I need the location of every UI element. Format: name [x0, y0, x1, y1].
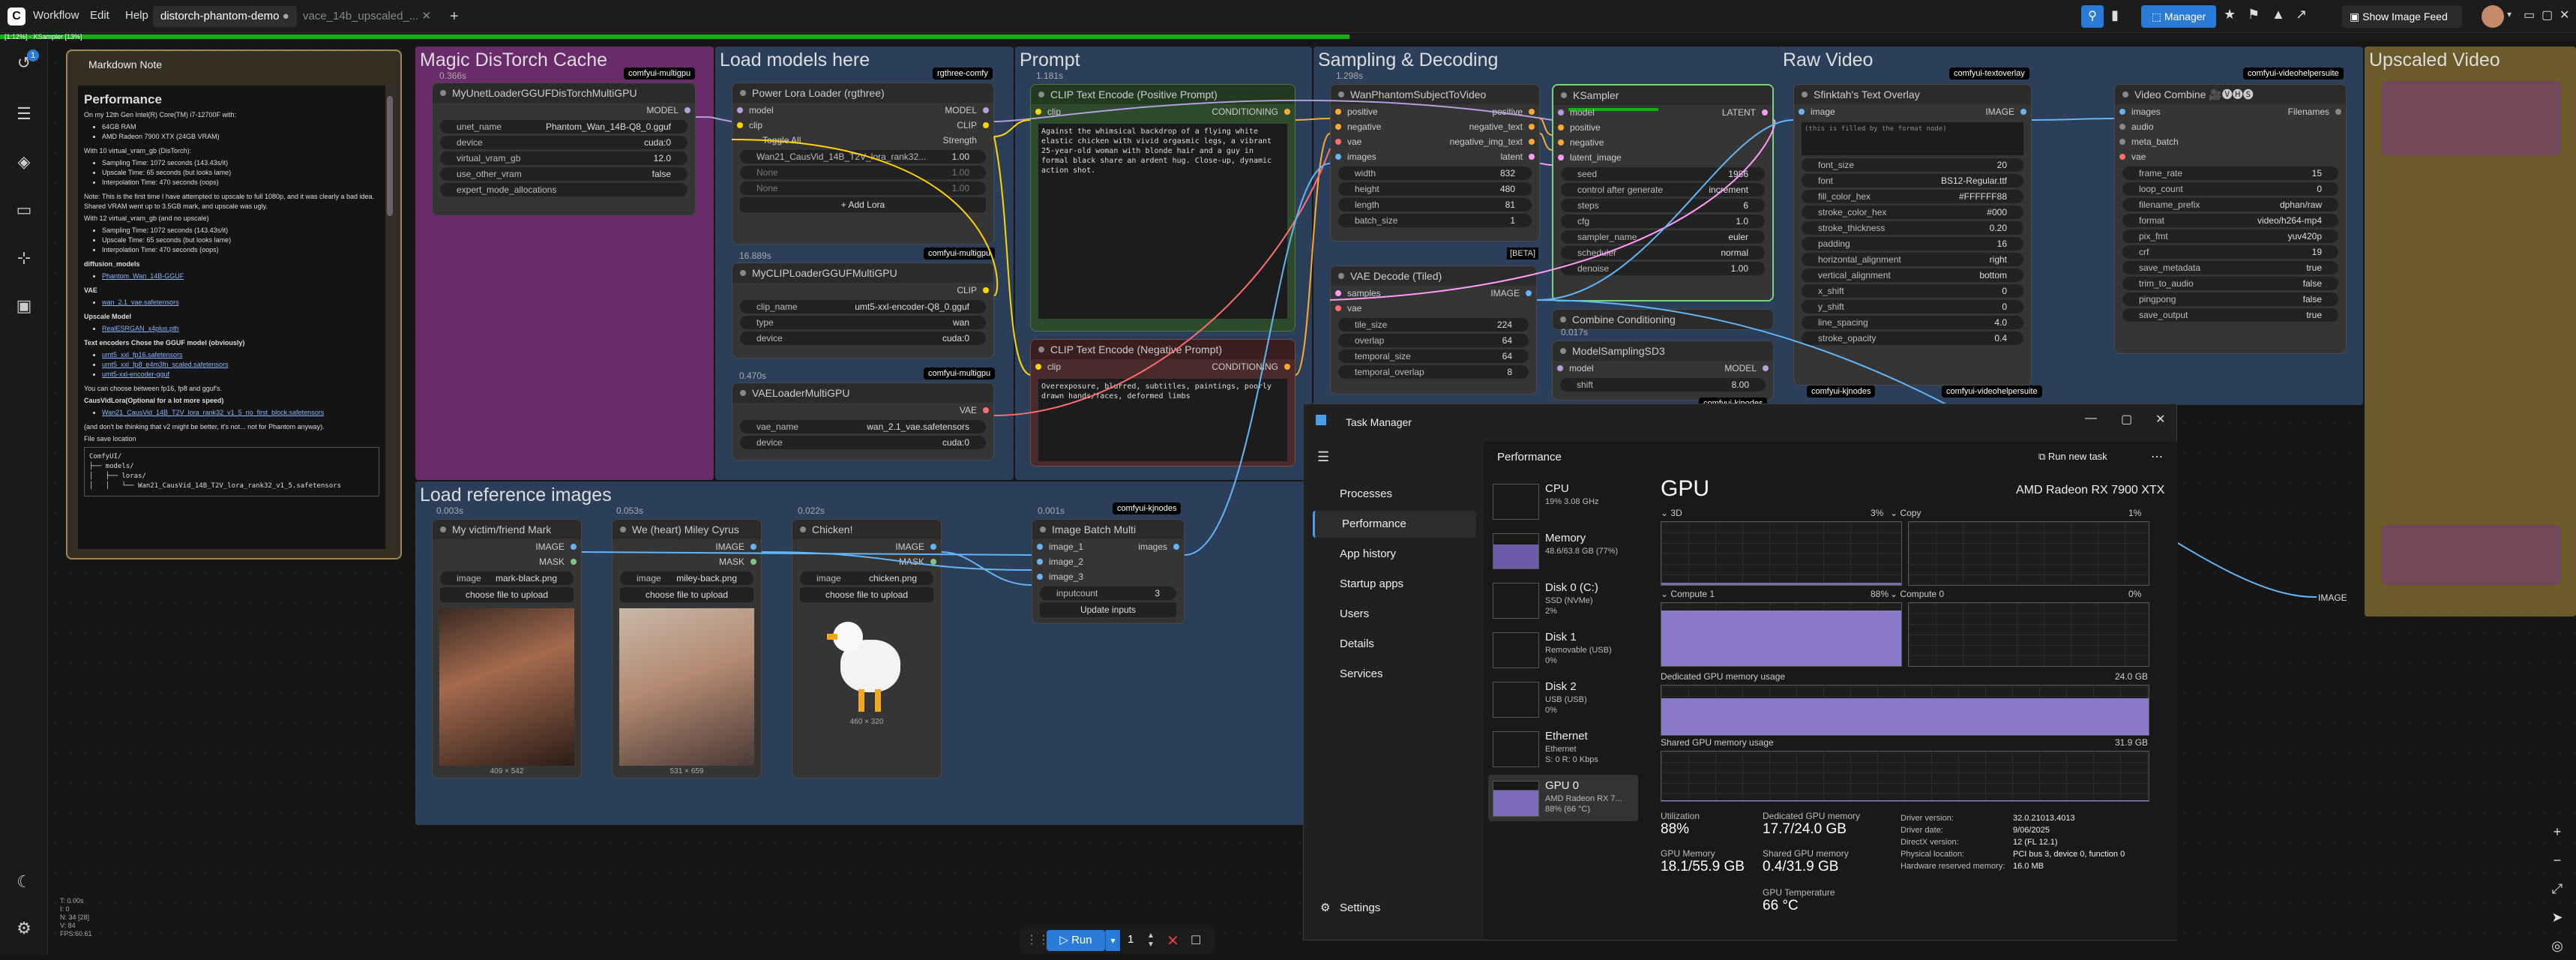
batch-count-input[interactable]: 1	[1128, 933, 1146, 946]
graph-label-copy: ⌄ Copy	[1890, 508, 1922, 518]
run-bar: ⋮⋮ ▷ Run ▾ 1 ▲ ▼ ✕ ☐	[1020, 927, 1215, 954]
minimize-icon[interactable]: —	[2085, 412, 2097, 425]
graph-shared-memory	[1661, 751, 2149, 802]
nav-startup-apps[interactable]: Startup apps	[1313, 571, 1476, 598]
gpu-title: GPU	[1661, 476, 1710, 501]
task-manager-window[interactable]: Task Manager — ▢ ✕ ☰ Processes Performan…	[1303, 404, 2178, 940]
link-visibility-icon[interactable]: ◎	[2548, 932, 2567, 960]
graph-compute0	[1908, 602, 2149, 667]
run-new-task-button[interactable]: ⧉ Run new task	[2038, 451, 2107, 463]
play-icon: ▷	[1059, 934, 1068, 946]
zoom-in-icon[interactable]: +	[2548, 818, 2567, 846]
wires	[581, 99, 2317, 598]
graph-label-compute0: ⌄ Compute 0	[1890, 589, 1945, 599]
graph-label-dedicated: Dedicated GPU memory usage	[1661, 671, 1786, 682]
window-title: Task Manager	[1346, 416, 1412, 428]
graph-pct-compute0: 0%	[2128, 589, 2142, 599]
graph-dedicated-memory	[1661, 685, 2149, 736]
device-disk1[interactable]: Disk 1 Removable (USB) 0%	[1488, 626, 1638, 673]
graph-3d	[1661, 521, 1902, 586]
graph-compute1	[1661, 602, 1902, 667]
gear-icon: ⚙	[1320, 902, 1331, 914]
task-manager-titlebar: Task Manager — ▢ ✕	[1304, 404, 2176, 442]
device-disk0[interactable]: Disk 0 (C:) SSD (NVMe) 2%	[1488, 577, 1638, 623]
stat-utilization: Utilization 88%	[1661, 811, 1700, 837]
graph-label-shared: Shared GPU memory usage	[1661, 737, 1774, 748]
canvas-stats: T: 0.00s I: 0 N: 34 [28] V: 84 FPS:60.61	[60, 897, 92, 938]
nav-users[interactable]: Users	[1313, 601, 1476, 628]
stat-gpu-temperature: GPU Temperature 66 °C	[1763, 887, 1835, 914]
gpu-model: AMD Radeon RX 7900 XTX	[2016, 484, 2165, 496]
fit-view-icon[interactable]: ⤢	[2548, 874, 2567, 903]
performance-pane: Performance ⧉ Run new task ⋯ CPU 19% 3.08…	[1484, 442, 2178, 940]
graph-pct-3d: 3%	[1871, 508, 1884, 518]
task-manager-nav: ☰ Processes Performance App history Star…	[1304, 442, 1484, 940]
run-button[interactable]: ▷ Run	[1047, 930, 1105, 951]
device-gpu0[interactable]: GPU 0 AMD Radeon RX 7... 88% (66 °C)	[1488, 775, 1638, 821]
device-ethernet[interactable]: Ethernet Ethernet S: 0 R: 0 Kbps	[1488, 725, 1638, 772]
section-title: Performance	[1497, 451, 1562, 464]
gpu-info-values: 32.0.21013.4013 9/06/2025 12 (FL 12.1) PCI …	[2013, 814, 2125, 871]
zoom-out-icon[interactable]: −	[2548, 846, 2567, 874]
stat-dedicated-memory: Dedicated GPU memory 17.7/24.0 GB	[1763, 811, 1861, 837]
nav-settings[interactable]: ⚙ Settings	[1313, 895, 1476, 922]
graph-pct-copy: 1%	[2128, 508, 2142, 518]
chevron-down-icon[interactable]: ⌄	[1890, 589, 1898, 599]
nav-services[interactable]: Services	[1313, 661, 1476, 688]
close-icon[interactable]: ✕	[2155, 412, 2165, 427]
chevron-down-icon[interactable]: ⌄	[1890, 508, 1898, 518]
graph-label-3d: ⌄ 3D	[1661, 508, 1682, 518]
graph-label-compute1: ⌄ Compute 1	[1661, 589, 1715, 599]
graph-max-shared: 31.9 GB	[2115, 737, 2149, 748]
maximize-icon[interactable]: ▢	[2121, 412, 2132, 427]
canvas-controls: + − ⤢ ➤ ◎	[2548, 818, 2567, 960]
task-manager-icon	[1316, 415, 1326, 425]
drag-handle-icon[interactable]: ⋮⋮	[1026, 930, 1050, 951]
batch-stepper[interactable]: ▲ ▼	[1147, 932, 1155, 950]
run-task-icon: ⧉	[2038, 451, 2046, 462]
chevron-down-icon[interactable]: ⌄	[1661, 508, 1668, 518]
device-cpu[interactable]: CPU 19% 3.08 GHz	[1488, 478, 1638, 524]
stat-shared-memory: Shared GPU memory 0.4/31.9 GB	[1763, 848, 1849, 874]
device-memory[interactable]: Memory 48.6/63.8 GB (77%)	[1488, 527, 1638, 574]
graph-copy	[1908, 521, 2149, 586]
nav-app-history[interactable]: App history	[1313, 541, 1476, 568]
nav-details[interactable]: Details	[1313, 631, 1476, 658]
graph-pct-compute1: 88%	[1871, 589, 1889, 599]
more-options-icon[interactable]: ⋯	[2151, 449, 2163, 464]
hamburger-icon[interactable]: ☰	[1317, 449, 1329, 465]
stat-gpu-memory: GPU Memory 18.1/55.9 GB	[1661, 848, 1745, 874]
nav-performance[interactable]: Performance	[1313, 511, 1476, 538]
clear-queue-icon[interactable]: ☐	[1191, 933, 1201, 948]
nav-processes[interactable]: Processes	[1313, 481, 1476, 508]
device-disk2[interactable]: Disk 2 USB (USB) 0%	[1488, 676, 1638, 722]
cancel-icon[interactable]: ✕	[1167, 932, 1179, 950]
pointer-icon[interactable]: ➤	[2548, 903, 2567, 932]
chevron-down-icon[interactable]: ⌄	[1661, 589, 1668, 599]
gpu-info-keys: Driver version: Driver date: DirectX versi…	[1901, 814, 2005, 871]
run-options-chevron-icon[interactable]: ▾	[1105, 930, 1120, 951]
graph-max-dedicated: 24.0 GB	[2115, 671, 2149, 682]
